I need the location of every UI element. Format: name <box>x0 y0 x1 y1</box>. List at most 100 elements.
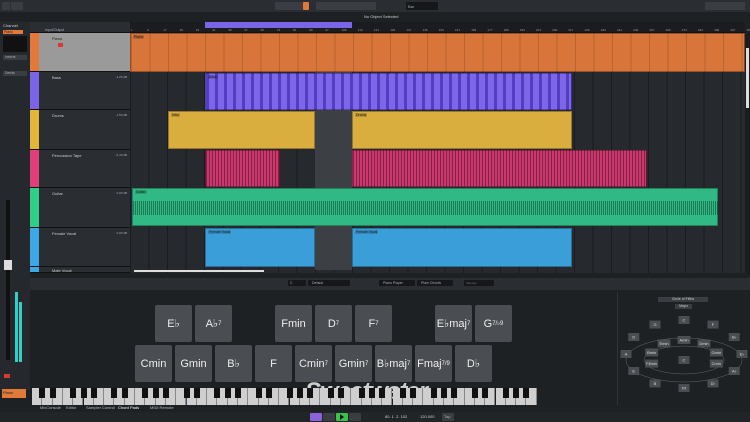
chord-node-inner[interactable]: Emin <box>657 339 671 348</box>
piano-key-black[interactable] <box>523 388 530 398</box>
play-button[interactable] <box>336 413 348 421</box>
tap-tempo-button[interactable]: Tap <box>442 413 454 421</box>
key-select[interactable]: C <box>288 280 306 286</box>
piano-key-black[interactable] <box>338 388 344 398</box>
event-percussion[interactable] <box>352 150 647 187</box>
piano-key-black[interactable] <box>39 388 46 398</box>
voicing-select[interactable]: Plain Chords <box>417 280 453 286</box>
chord-node-outer[interactable]: F♯ <box>678 384 690 392</box>
chord-pad[interactable]: E♭maj 7 <box>435 305 472 342</box>
chord-pad[interactable]: B♭maj 7 <box>375 345 412 382</box>
piano-key-black[interactable] <box>327 388 334 398</box>
tool-buttons[interactable] <box>316 2 376 10</box>
piano-key-black[interactable] <box>152 388 159 398</box>
event-drums[interactable]: Intro <box>168 111 315 149</box>
track-drums[interactable]: Drums -1.50 dB <box>30 110 130 150</box>
event-bass[interactable]: Bass <box>205 73 572 110</box>
piano-key-black[interactable] <box>214 388 221 398</box>
record-button[interactable] <box>58 43 63 47</box>
piano-key-black[interactable] <box>296 388 303 398</box>
event-piano[interactable]: Piano <box>130 33 745 72</box>
piano-key-black[interactable] <box>482 388 489 398</box>
chord-pad[interactable]: Gmin <box>175 345 212 382</box>
chord-node-inner[interactable]: F♯min <box>645 359 659 368</box>
player-select[interactable]: Piano Player <box>379 280 415 286</box>
chord-node-inner[interactable]: Gmin <box>709 348 723 357</box>
tab-chord-pads[interactable]: Chord Pads <box>118 405 139 410</box>
chord-node-outer[interactable]: B♭ <box>728 333 740 341</box>
volume-fader[interactable] <box>4 200 12 360</box>
piano-key-black[interactable] <box>193 388 200 398</box>
circle-of-fifths[interactable]: C F G B♭ D E♭ A A♭ E D♭ B F♯ Amin Dmin Emin Gmin Bmin Cmi… <box>618 292 750 405</box>
chord-node-outer[interactable]: A <box>620 350 632 358</box>
chord-pad[interactable]: F <box>255 345 292 382</box>
chord-node-inner[interactable]: Amin <box>677 336 691 344</box>
piano-key-black[interactable] <box>410 388 417 398</box>
chord-pad[interactable]: Fmaj 7/9 <box>415 345 452 382</box>
chord-pad[interactable]: Cmin 7 <box>295 345 332 382</box>
tab-editor[interactable]: Editor <box>66 405 76 410</box>
chord-node-center[interactable]: C <box>678 356 690 364</box>
event-female-vocal[interactable]: Female Vocal <box>352 228 572 267</box>
chord-pad[interactable]: Fmin <box>275 305 312 342</box>
piano-key-black[interactable] <box>80 388 87 398</box>
chord-node-outer[interactable]: E <box>628 367 640 375</box>
tab-midi-remote[interactable]: MIDI Remote <box>150 405 174 410</box>
chord-node-outer[interactable]: A♭ <box>728 367 740 375</box>
chord-pad[interactable]: E♭ <box>155 305 192 342</box>
piano-key-black[interactable] <box>235 388 241 398</box>
piano-key-black[interactable] <box>286 388 293 398</box>
piano-key-black[interactable] <box>451 388 458 398</box>
cycle-button[interactable] <box>310 413 322 421</box>
chord-node-outer[interactable]: B <box>649 379 661 388</box>
piano-key-black[interactable] <box>224 388 231 398</box>
stop-button[interactable] <box>323 413 335 421</box>
track-piano[interactable]: Piano <box>30 33 130 72</box>
event-display[interactable]: Piano Bass Intro Drums Guitar Female Voc… <box>130 33 745 273</box>
event-drums[interactable]: Drums <box>352 111 572 149</box>
chord-node-outer[interactable]: F <box>707 320 719 329</box>
piano-key-black[interactable] <box>368 388 375 398</box>
piano-key-black[interactable] <box>379 388 386 398</box>
track-guitar[interactable]: Guitar 0.00 dB <box>30 188 130 228</box>
tempo-display[interactable]: 120.000 <box>420 414 434 419</box>
record-enable-button[interactable] <box>4 374 10 378</box>
chord-pad[interactable]: A♭ 7 <box>195 305 232 342</box>
activate-project-button[interactable] <box>2 2 10 10</box>
vertical-scrollbar[interactable] <box>745 33 750 273</box>
object-select-tool[interactable] <box>303 2 309 10</box>
piano-key-black[interactable] <box>471 388 478 398</box>
piano-key-black[interactable] <box>513 388 520 398</box>
track-bass[interactable]: Bass -1.25 dB <box>30 72 130 110</box>
piano-key-black[interactable] <box>183 388 190 398</box>
piano-key-black[interactable] <box>70 388 77 398</box>
piano-key-black[interactable] <box>49 388 56 398</box>
piano-key-black[interactable] <box>162 388 169 398</box>
track-percussion[interactable]: Percussion Tape -6.40 dB <box>30 150 130 188</box>
preset-select[interactable]: Default <box>308 280 350 286</box>
piano-key-black[interactable] <box>358 388 365 398</box>
piano-key-black[interactable] <box>399 388 406 398</box>
chord-pad[interactable]: D♭ <box>455 345 492 382</box>
piano-key-black[interactable] <box>502 388 509 398</box>
inserts-section[interactable]: Inserts <box>3 55 27 60</box>
piano-key-black[interactable] <box>265 388 272 398</box>
chord-pad[interactable]: G 7/♭9 <box>475 305 512 342</box>
piano-key-black[interactable] <box>307 388 314 398</box>
horizontal-scrollbar[interactable] <box>134 270 264 272</box>
ruler[interactable]: 1 9 17 25 33 41 49 57 65 73 81 89 97 105 113 121 129 137 1… <box>130 22 750 33</box>
velocity-slider[interactable]: Velocity <box>464 280 494 286</box>
piano-key-black[interactable] <box>142 388 149 398</box>
sends-section[interactable]: Sends <box>3 71 27 76</box>
chord-node-inner[interactable]: Bmin <box>645 348 659 357</box>
event-female-vocal[interactable]: Female Vocal <box>205 228 315 267</box>
position-display[interactable]: 80. 1. 2. 102 <box>385 414 407 419</box>
piano-key-black[interactable] <box>90 388 97 398</box>
track-male-vocal[interactable]: Male Vocal <box>30 267 130 273</box>
record-button[interactable] <box>349 413 361 421</box>
chord-pad[interactable]: F7 <box>355 305 392 342</box>
piano-key-black[interactable] <box>255 388 262 398</box>
chord-pad[interactable]: Gmin 7 <box>335 345 372 382</box>
event-percussion[interactable] <box>205 150 280 187</box>
tab-mixconsole[interactable]: MixConsole <box>40 405 61 410</box>
